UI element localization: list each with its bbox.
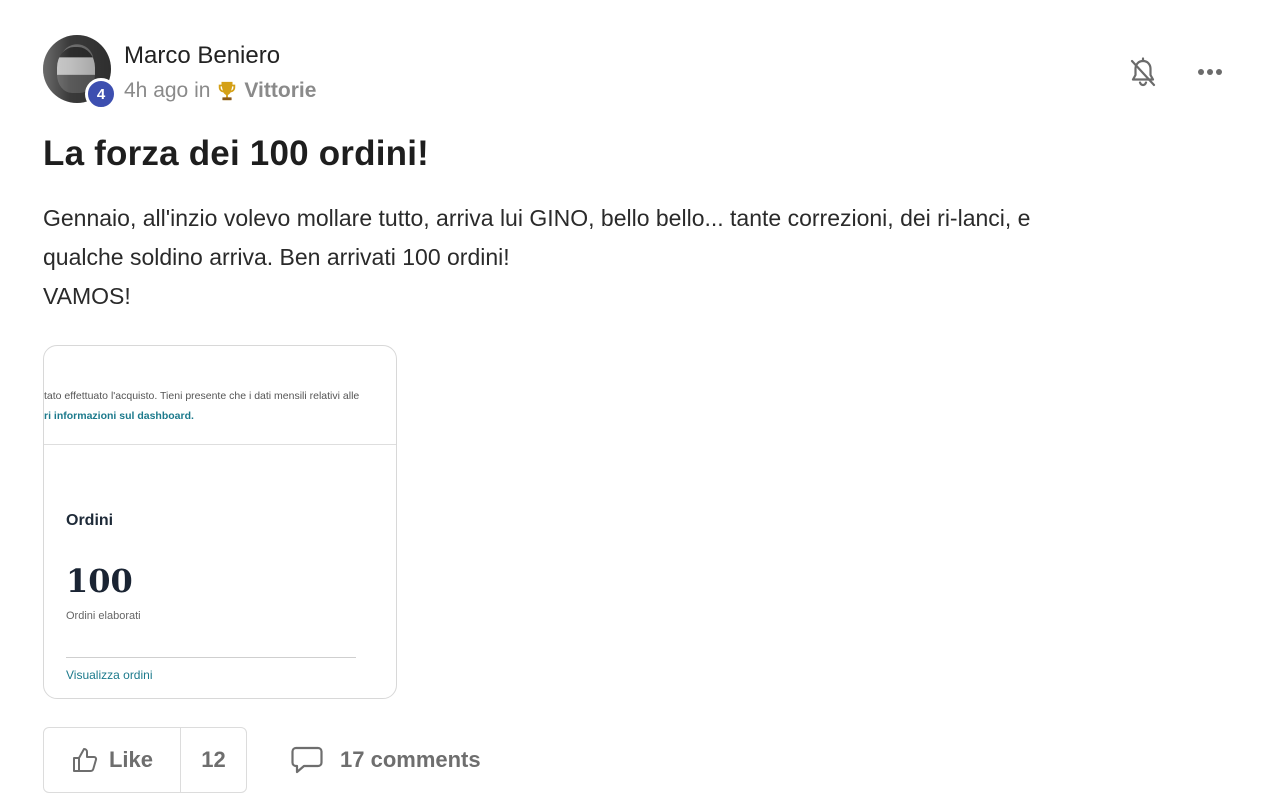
more-dot <box>1198 69 1204 75</box>
attachment-dashboard-link: ri informazioni sul dashboard. <box>44 410 194 422</box>
attachment-heading: Ordini <box>66 512 114 529</box>
trophy-icon <box>219 81 236 101</box>
image-attachment[interactable]: tato effettuato l'acquisto. Tieni presen… <box>43 345 397 699</box>
more-dot <box>1207 69 1213 75</box>
attachment-view-orders-link: Visualizza ordini <box>66 668 153 682</box>
attachment-divider <box>66 657 356 658</box>
more-dot <box>1216 69 1222 75</box>
post-body-line: Gennaio, all'inzio volevo mollare tutto,… <box>43 205 1031 231</box>
comments-button[interactable]: 17 comments <box>290 740 481 780</box>
post-body: Gennaio, all'inzio volevo mollare tutto,… <box>43 199 1233 316</box>
like-label: Like <box>108 747 154 772</box>
thumbs-up-icon <box>72 748 98 772</box>
level-badge: 4 <box>85 78 117 110</box>
post-meta: 4h ago in Vittorie <box>124 79 316 103</box>
like-count[interactable]: 12 <box>181 728 246 792</box>
like-group: Like 12 <box>43 727 247 793</box>
attachment-caption: Ordini elaborati <box>66 610 141 622</box>
notification-toggle-button[interactable] <box>1126 56 1160 90</box>
attachment-divider <box>44 444 396 445</box>
attachment-order-count: 100 <box>66 562 133 600</box>
more-options-button[interactable] <box>1192 58 1228 86</box>
like-button[interactable]: Like <box>44 728 181 792</box>
comments-label: 17 comments <box>340 747 481 772</box>
author-name[interactable]: Marco Beniero <box>124 42 280 70</box>
post-card: 4 Marco Beniero 4h ago in Vittorie La fo… <box>0 0 1280 804</box>
attachment-note-text: tato effettuato l'acquisto. Tieni presen… <box>44 390 360 402</box>
category-link[interactable]: Vittorie <box>244 79 316 103</box>
post-time: 4h ago in <box>124 79 211 102</box>
post-body-line: VAMOS! <box>43 283 131 309</box>
bell-off-icon <box>1130 57 1156 87</box>
post-title: La forza dei 100 ordini! <box>43 134 429 173</box>
comment-icon <box>291 746 323 774</box>
post-body-line: qualche soldino arriva. Ben arrivati 100… <box>43 244 510 270</box>
